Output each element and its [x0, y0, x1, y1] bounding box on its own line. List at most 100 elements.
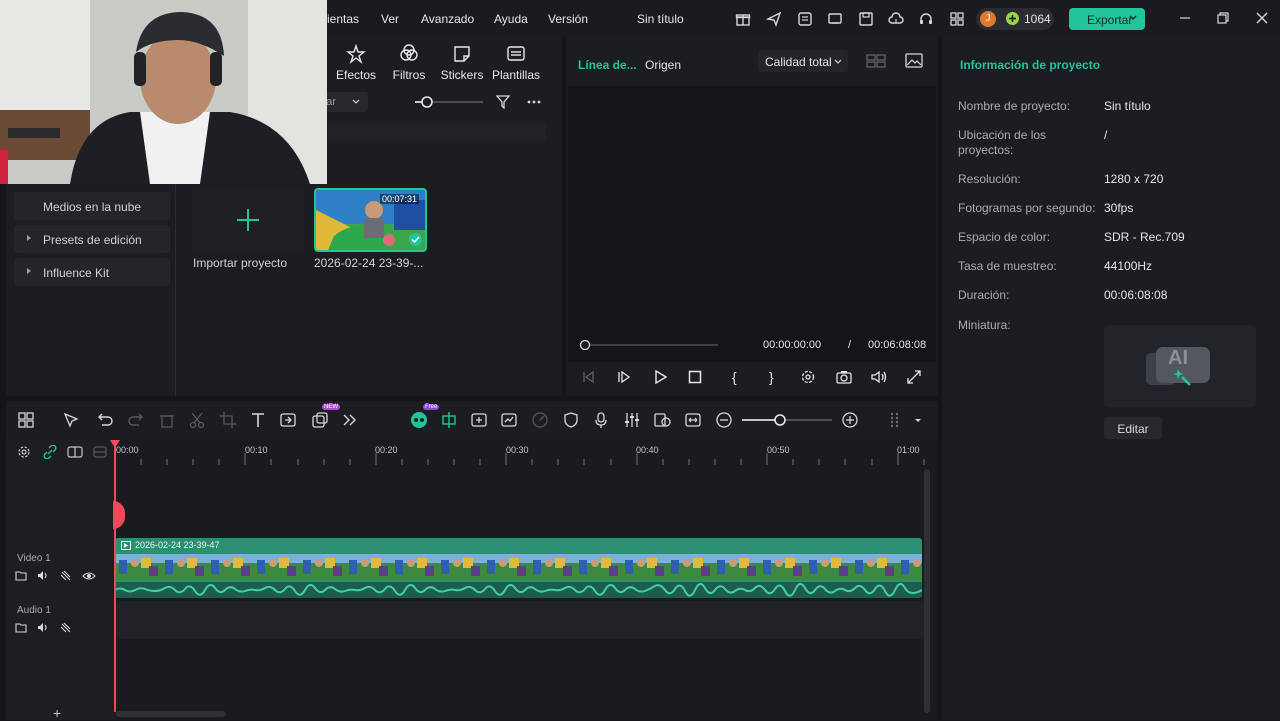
close-icon[interactable] [1255, 11, 1269, 25]
import-project-label: Importar proyecto [193, 256, 288, 270]
tab-timeline-preview[interactable]: Línea de... [578, 58, 637, 72]
sidebar-item-influence-kit[interactable]: Influence Kit [14, 258, 170, 286]
mark-out-icon[interactable]: } [769, 369, 774, 385]
filter-icon[interactable] [496, 95, 510, 109]
text-tool-icon[interactable] [249, 411, 267, 429]
render-settings-icon[interactable] [800, 369, 816, 385]
replace-icon[interactable] [653, 411, 671, 429]
preview-scrubber[interactable] [580, 340, 718, 350]
add-track-icon[interactable]: + [53, 705, 61, 721]
more-options-icon[interactable] [526, 95, 542, 109]
previous-frame-icon[interactable] [581, 370, 595, 384]
fullscreen-icon[interactable] [907, 370, 921, 384]
sidebar-item-cloud-media[interactable]: Medios en la nube [14, 192, 170, 220]
mark-in-icon[interactable]: { [732, 369, 737, 385]
gift-icon[interactable] [735, 11, 751, 27]
timeline-horizontal-scrollbar[interactable] [116, 711, 226, 717]
mute-track-icon[interactable] [37, 570, 50, 581]
link-icon[interactable] [43, 445, 57, 459]
menu-version[interactable]: Versión [548, 12, 588, 26]
apps-grid-icon[interactable] [949, 11, 965, 27]
import-project-tile[interactable] [192, 188, 304, 252]
headset-icon[interactable] [918, 11, 934, 27]
split-icon[interactable] [188, 411, 206, 429]
menu-herramientas[interactable]: ientas [327, 12, 359, 26]
customize-toolbar-icon[interactable] [886, 411, 904, 429]
save-icon[interactable] [858, 11, 874, 27]
thumbnail-size-slider[interactable] [415, 96, 483, 108]
fit-track-icon[interactable] [684, 411, 702, 429]
credits-count: 1064 [1024, 12, 1051, 26]
edit-thumbnail-button[interactable]: Editar [1104, 417, 1162, 439]
project-thumbnail[interactable]: AI [1104, 325, 1256, 407]
media-search-bar[interactable] [328, 123, 546, 141]
select-tool-icon[interactable] [62, 411, 80, 429]
quality-dropdown[interactable]: Calidad total [758, 50, 848, 72]
ruler-label: 00:40 [636, 445, 659, 455]
credits-badge[interactable]: J 1064 [976, 8, 1054, 30]
tab-stickers[interactable]: Stickers [434, 44, 490, 82]
chevron-down-icon[interactable] [914, 418, 922, 424]
audio-mixer-icon[interactable] [623, 411, 641, 429]
info-label-duration: Duración: [958, 288, 1010, 302]
more-tools-icon[interactable] [341, 411, 359, 429]
menu-ayuda[interactable]: Ayuda [494, 12, 528, 26]
track-settings-icon[interactable] [17, 445, 31, 459]
media-clip-thumbnail[interactable]: 00:07:31 [314, 188, 427, 252]
play-icon[interactable] [653, 370, 667, 384]
audio-detach-icon[interactable] [279, 411, 297, 429]
export-button[interactable]: Exportar [1069, 8, 1145, 30]
collapse-tracks-icon[interactable] [93, 446, 107, 458]
auto-edit-icon[interactable] [500, 411, 518, 429]
menu-avanzado[interactable]: Avanzado [421, 12, 474, 26]
folder-icon[interactable] [15, 570, 27, 581]
cloud-upload-icon[interactable] [888, 11, 904, 27]
ai-tools-icon[interactable] [311, 411, 329, 429]
zoom-out-icon[interactable] [715, 411, 733, 429]
preview-canvas[interactable] [568, 86, 936, 362]
scrollbar-thumb[interactable] [924, 469, 930, 713]
delete-icon[interactable] [158, 411, 176, 429]
user-avatar[interactable]: J [980, 11, 996, 27]
monitor-icon[interactable] [827, 11, 843, 27]
document-icon[interactable] [797, 11, 813, 27]
send-icon[interactable] [766, 11, 782, 27]
restore-icon[interactable] [1216, 11, 1230, 25]
speed-icon[interactable] [531, 411, 549, 429]
timeline-vertical-scrollbar[interactable] [924, 469, 930, 713]
snap-icon[interactable] [440, 411, 458, 429]
minimize-icon[interactable] [1178, 11, 1192, 25]
playhead[interactable] [114, 440, 116, 712]
zoom-in-icon[interactable] [841, 411, 859, 429]
microphone-icon[interactable] [592, 411, 610, 429]
sidebar-item-edit-presets[interactable]: Presets de edición [14, 225, 170, 253]
time-ruler[interactable]: 00:00 00:10 00:20 00:30 00:40 00:50 01:0… [114, 439, 928, 467]
eye-icon[interactable] [82, 571, 96, 581]
next-frame-icon[interactable] [617, 370, 631, 384]
grid-view-icon[interactable] [866, 54, 886, 68]
stop-icon[interactable] [688, 370, 702, 384]
menu-ver[interactable]: Ver [381, 12, 399, 26]
tab-source-preview[interactable]: Origen [645, 58, 681, 72]
audio-track-lane[interactable] [114, 601, 928, 639]
undo-icon[interactable] [96, 411, 114, 429]
ai-copilot-icon[interactable] [410, 411, 428, 429]
layout-grid-icon[interactable] [17, 411, 35, 429]
lock-track-icon[interactable] [60, 622, 72, 633]
folder-icon[interactable] [15, 622, 27, 633]
video-clip[interactable]: 2026-02-24 23-39-47 [115, 538, 922, 598]
crop-icon[interactable] [219, 411, 237, 429]
tab-templates[interactable]: Plantillas [487, 44, 545, 82]
image-icon[interactable] [905, 53, 923, 68]
track-manager-icon[interactable] [67, 446, 83, 458]
shield-icon[interactable] [562, 411, 580, 429]
lock-track-icon[interactable] [60, 570, 72, 581]
redo-icon[interactable] [127, 411, 145, 429]
add-marker-icon[interactable] [470, 411, 488, 429]
tab-effects[interactable]: Efectos [328, 44, 384, 82]
zoom-slider[interactable] [742, 414, 832, 426]
snapshot-icon[interactable] [836, 370, 852, 384]
mute-track-icon[interactable] [37, 622, 50, 633]
tab-filters[interactable]: Filtros [381, 44, 437, 82]
volume-icon[interactable] [871, 370, 887, 384]
